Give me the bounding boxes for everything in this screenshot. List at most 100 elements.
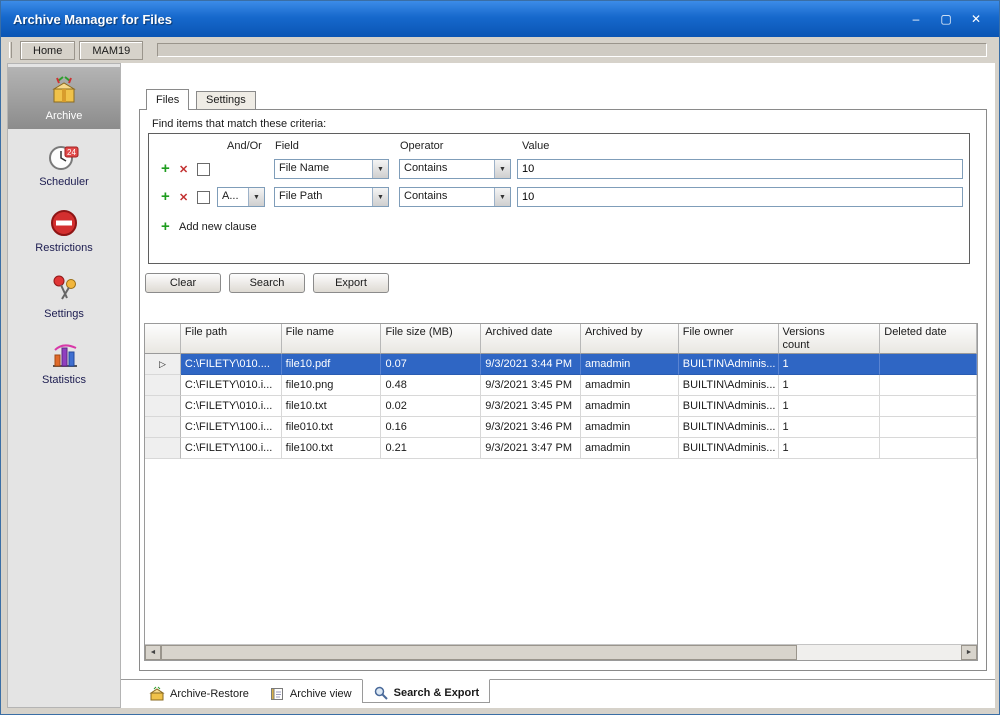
remove-clause-icon[interactable]: ✕ xyxy=(179,163,191,176)
tab-archive-restore[interactable]: Archive-Restore xyxy=(139,680,259,704)
grid-column-header[interactable]: Versions count xyxy=(779,324,881,354)
table-cell[interactable]: BUILTIN\Adminis... xyxy=(679,396,779,417)
table-row[interactable]: C:\FILETY\100.i...file100.txt0.219/3/202… xyxy=(145,438,977,459)
chevron-down-icon[interactable]: ▼ xyxy=(494,188,510,206)
table-cell[interactable]: C:\FILETY\010.i... xyxy=(181,375,282,396)
table-cell[interactable]: file10.txt xyxy=(282,396,382,417)
table-cell[interactable]: C:\FILETY\100.i... xyxy=(181,438,282,459)
table-row[interactable]: C:\FILETY\010.i...file10.png0.489/3/2021… xyxy=(145,375,977,396)
table-cell[interactable]: BUILTIN\Adminis... xyxy=(679,417,779,438)
grid-column-header[interactable]: Archived by xyxy=(581,324,679,354)
grid-column-header[interactable]: Archived date xyxy=(481,324,581,354)
table-row[interactable]: C:\FILETY\100.i...file010.txt0.169/3/202… xyxy=(145,417,977,438)
scroll-right-icon[interactable]: ► xyxy=(961,645,977,660)
add-clause-icon[interactable]: + xyxy=(161,162,173,176)
add-new-clause-label: Add new clause xyxy=(179,221,257,233)
maximize-icon[interactable]: ▢ xyxy=(937,10,955,28)
table-cell[interactable] xyxy=(880,396,977,417)
scrollbar-thumb[interactable] xyxy=(161,645,797,660)
sidebar-item-restrictions[interactable]: Restrictions xyxy=(8,199,120,261)
table-cell[interactable]: 9/3/2021 3:45 PM xyxy=(481,375,581,396)
toolbar-grip[interactable] xyxy=(9,42,12,58)
andor-dropdown[interactable]: A... ▼ xyxy=(217,187,265,207)
table-cell[interactable] xyxy=(880,354,977,375)
sidebar-item-label: Archive xyxy=(46,110,83,122)
table-cell[interactable]: 1 xyxy=(779,438,881,459)
table-row[interactable]: C:\FILETY\010.i...file10.txt0.029/3/2021… xyxy=(145,396,977,417)
table-cell[interactable]: 1 xyxy=(779,354,881,375)
grid-column-header[interactable]: File size (MB) xyxy=(381,324,481,354)
grid-column-header[interactable]: File owner xyxy=(679,324,779,354)
table-cell[interactable]: amadmin xyxy=(581,354,679,375)
table-cell[interactable]: 0.16 xyxy=(381,417,481,438)
table-cell[interactable]: 1 xyxy=(779,417,881,438)
field-dropdown[interactable]: File Path ▼ xyxy=(274,187,389,207)
sidebar-item-settings[interactable]: Settings xyxy=(8,265,120,327)
minimize-icon[interactable]: – xyxy=(907,10,925,28)
row-indicator xyxy=(145,396,181,417)
table-row[interactable]: ▷C:\FILETY\010....file10.pdf0.079/3/2021… xyxy=(145,354,977,375)
value-input[interactable] xyxy=(517,159,963,179)
table-cell[interactable]: file10.png xyxy=(282,375,382,396)
sidebar-item-statistics[interactable]: Statistics xyxy=(8,331,120,393)
table-cell[interactable] xyxy=(880,438,977,459)
grid-column-header[interactable]: File name xyxy=(282,324,382,354)
table-cell[interactable]: amadmin xyxy=(581,396,679,417)
field-dropdown[interactable]: File Name ▼ xyxy=(274,159,389,179)
table-cell[interactable]: file10.pdf xyxy=(282,354,382,375)
table-cell[interactable] xyxy=(880,417,977,438)
chevron-down-icon[interactable]: ▼ xyxy=(248,188,264,206)
close-icon[interactable]: ✕ xyxy=(967,10,985,28)
table-cell[interactable]: C:\FILETY\010.... xyxy=(181,354,282,375)
tab-archive-view[interactable]: Archive view xyxy=(259,680,362,704)
operator-dropdown[interactable]: Contains ▼ xyxy=(399,159,511,179)
table-cell[interactable]: C:\FILETY\010.i... xyxy=(181,396,282,417)
tab-search-export[interactable]: Search & Export xyxy=(362,679,491,703)
clause-checkbox[interactable] xyxy=(197,163,210,176)
table-cell[interactable]: 0.21 xyxy=(381,438,481,459)
value-input[interactable] xyxy=(517,187,963,207)
export-button[interactable]: Export xyxy=(313,273,389,293)
chevron-down-icon[interactable]: ▼ xyxy=(372,160,388,178)
table-cell[interactable]: 1 xyxy=(779,396,881,417)
table-cell[interactable]: BUILTIN\Adminis... xyxy=(679,438,779,459)
table-cell[interactable]: BUILTIN\Adminis... xyxy=(679,354,779,375)
table-cell[interactable]: file100.txt xyxy=(282,438,382,459)
table-cell[interactable]: 0.07 xyxy=(381,354,481,375)
table-cell[interactable]: 1 xyxy=(779,375,881,396)
sidebar-item-archive[interactable]: Archive xyxy=(8,67,120,129)
table-cell[interactable]: 9/3/2021 3:44 PM xyxy=(481,354,581,375)
clause-checkbox[interactable] xyxy=(197,191,210,204)
table-cell[interactable]: amadmin xyxy=(581,417,679,438)
add-new-clause-link[interactable]: + Add new clause xyxy=(161,220,257,234)
svg-text:24: 24 xyxy=(67,148,76,157)
tab-files[interactable]: Files xyxy=(146,89,189,110)
table-cell[interactable]: amadmin xyxy=(581,375,679,396)
add-clause-icon[interactable]: + xyxy=(161,190,173,204)
toolbar-home-button[interactable]: Home xyxy=(20,41,75,60)
scrollbar-track[interactable] xyxy=(797,645,961,660)
table-cell[interactable]: 9/3/2021 3:45 PM xyxy=(481,396,581,417)
table-cell[interactable]: 9/3/2021 3:47 PM xyxy=(481,438,581,459)
chevron-down-icon[interactable]: ▼ xyxy=(372,188,388,206)
clear-button[interactable]: Clear xyxy=(145,273,221,293)
scroll-left-icon[interactable]: ◄ xyxy=(145,645,161,660)
tab-settings[interactable]: Settings xyxy=(196,91,256,109)
table-cell[interactable] xyxy=(880,375,977,396)
grid-column-header[interactable]: Deleted date xyxy=(880,324,977,354)
chevron-down-icon[interactable]: ▼ xyxy=(494,160,510,178)
toolbar-server-button[interactable]: MAM19 xyxy=(79,41,143,60)
table-cell[interactable]: C:\FILETY\100.i... xyxy=(181,417,282,438)
table-cell[interactable]: BUILTIN\Adminis... xyxy=(679,375,779,396)
table-cell[interactable]: 9/3/2021 3:46 PM xyxy=(481,417,581,438)
table-cell[interactable]: amadmin xyxy=(581,438,679,459)
table-cell[interactable]: file010.txt xyxy=(282,417,382,438)
sidebar-item-scheduler[interactable]: 24 Scheduler xyxy=(8,133,120,195)
grid-column-header[interactable]: File path xyxy=(181,324,282,354)
table-cell[interactable]: 0.02 xyxy=(381,396,481,417)
remove-clause-icon[interactable]: ✕ xyxy=(179,191,191,204)
horizontal-scrollbar[interactable]: ◄ ► xyxy=(145,644,977,660)
table-cell[interactable]: 0.48 xyxy=(381,375,481,396)
search-button[interactable]: Search xyxy=(229,273,305,293)
operator-dropdown[interactable]: Contains ▼ xyxy=(399,187,511,207)
